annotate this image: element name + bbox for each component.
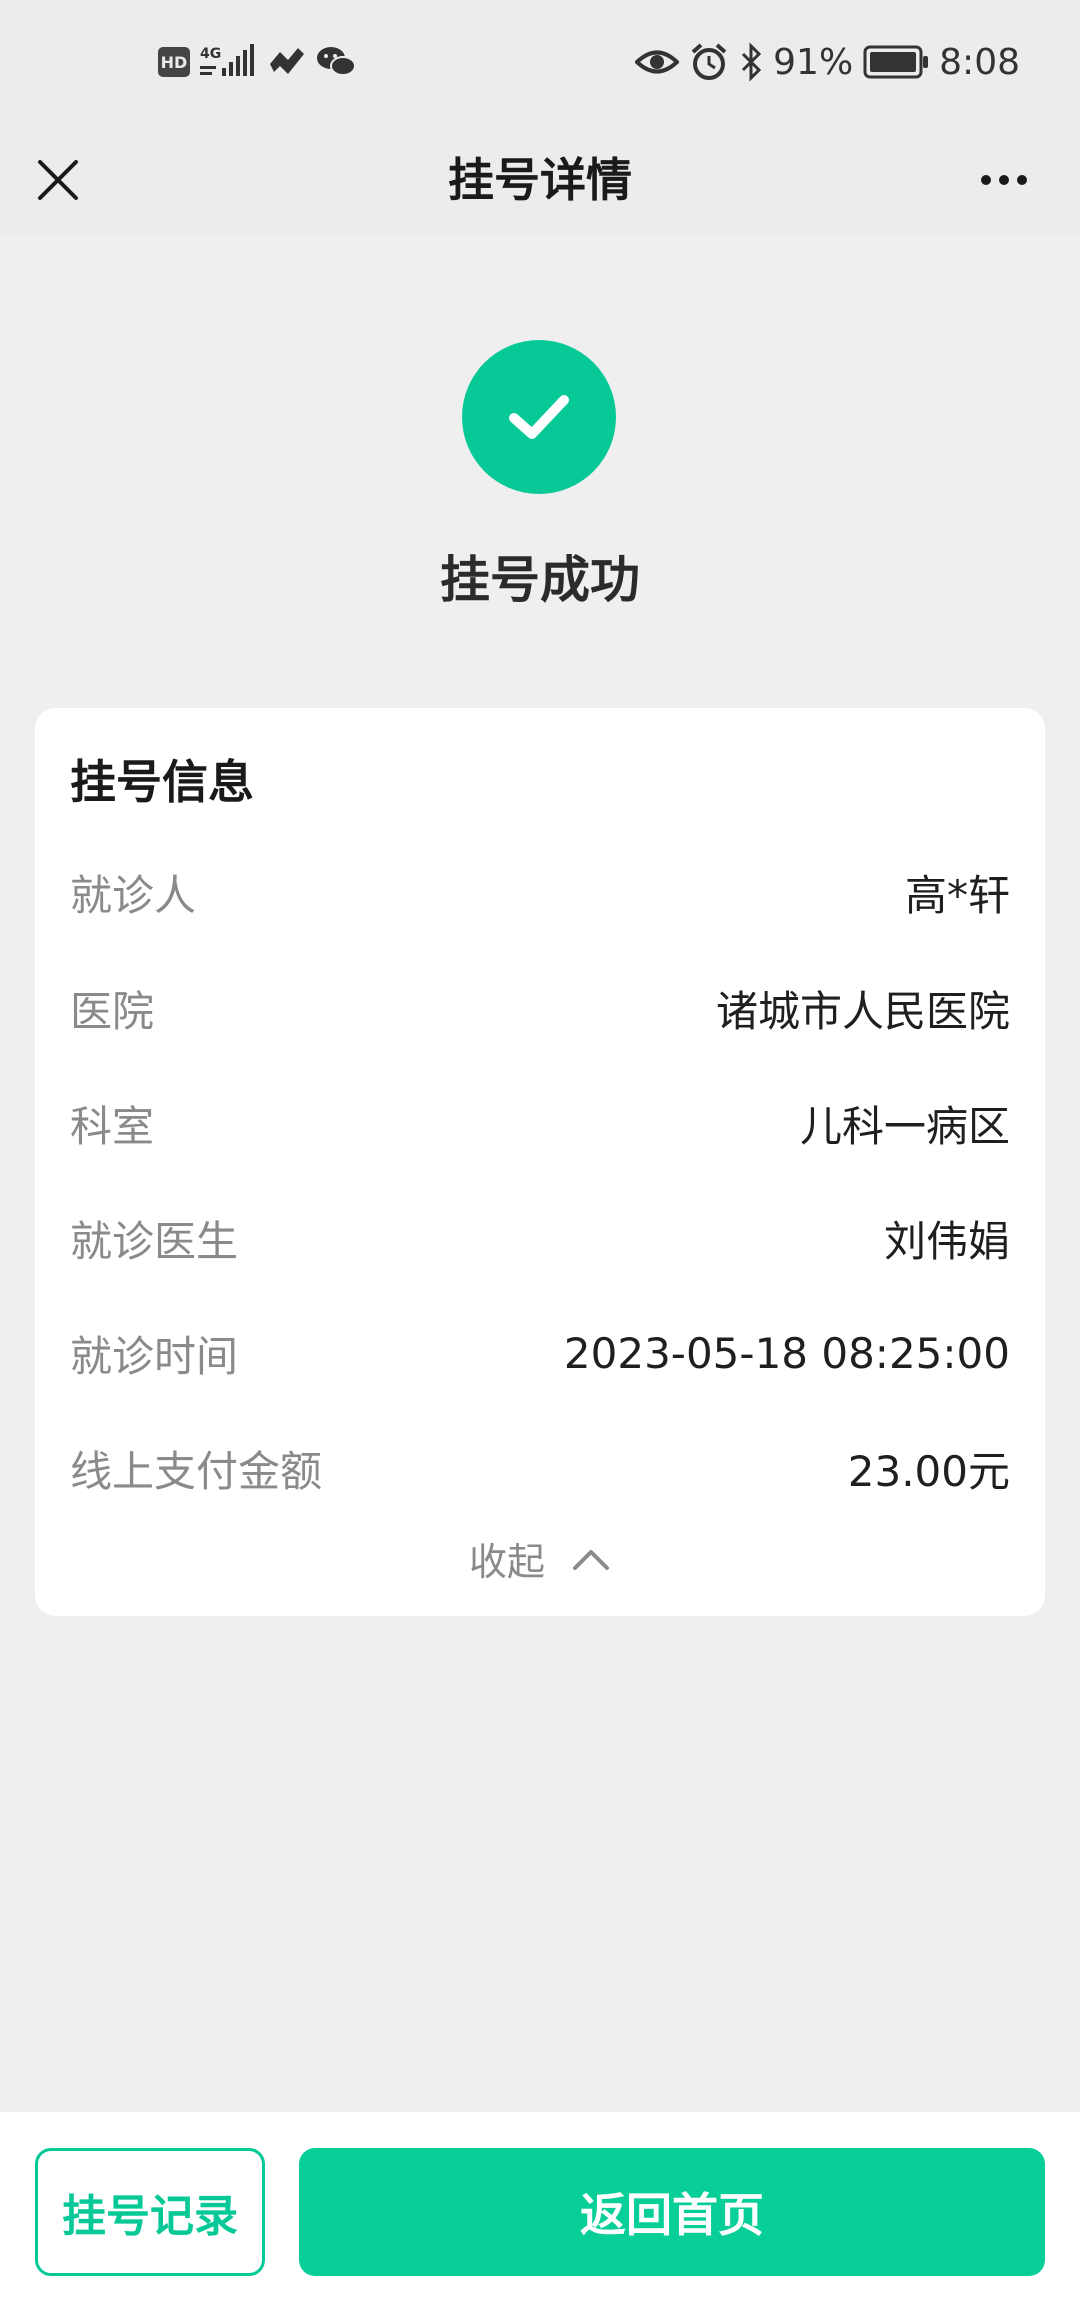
collapse-toggle[interactable]: 收起 <box>35 1528 1045 1588</box>
info-label: 就诊医生 <box>70 1216 239 1266</box>
status-right: 91% 8:08 <box>635 36 1020 88</box>
registration-records-button[interactable]: 挂号记录 <box>35 2148 265 2276</box>
success-title: 挂号成功 <box>440 551 640 609</box>
info-row-patient: 就诊人 高*轩 <box>70 862 1010 922</box>
eye-icon <box>635 47 680 77</box>
bluetooth-icon <box>739 42 763 82</box>
info-row-doctor: 就诊医生 刘伟娟 <box>70 1208 1010 1268</box>
battery-percent: 91% <box>773 41 854 83</box>
info-value: 刘伟娟 <box>883 1216 1010 1266</box>
signal-icon: 4G <box>200 44 256 80</box>
card-title: 挂号信息 <box>70 755 254 809</box>
network-label: 4G <box>200 46 221 62</box>
status-bar: HD 4G 91% 8:08 <box>0 0 1080 126</box>
info-value: 诸城市人民医院 <box>715 986 1010 1036</box>
more-icon[interactable] <box>954 148 1054 212</box>
info-row-hospital: 医院 诸城市人民医院 <box>70 978 1010 1038</box>
info-label: 就诊人 <box>70 870 197 920</box>
info-row-payment: 线上支付金额 23.00元 <box>70 1438 1010 1498</box>
checkmark-icon <box>462 340 616 494</box>
registration-info-card: 挂号信息 就诊人 高*轩 医院 诸城市人民医院 科室 儿科一病区 就诊医生 刘伟… <box>35 708 1045 1616</box>
info-value: 儿科一病区 <box>799 1101 1010 1151</box>
wifi-icon <box>266 44 306 80</box>
bottom-action-bar: 挂号记录 返回首页 <box>0 2112 1080 2310</box>
info-row-department: 科室 儿科一病区 <box>70 1093 1010 1153</box>
nav-bar: 挂号详情 <box>0 126 1080 234</box>
info-value: 高*轩 <box>904 870 1010 920</box>
clock: 8:08 <box>939 41 1020 83</box>
hd-icon: HD <box>158 47 190 77</box>
close-icon[interactable] <box>26 148 90 212</box>
collapse-label: 收起 <box>468 1539 545 1584</box>
status-left: HD 4G <box>158 40 356 84</box>
info-label: 线上支付金额 <box>70 1446 323 1496</box>
page-title: 挂号详情 <box>448 153 632 207</box>
chevron-up-icon <box>571 1544 611 1572</box>
info-label: 医院 <box>70 986 155 1036</box>
battery-icon <box>863 45 929 79</box>
info-value: 2023-05-18 08:25:00 <box>563 1328 1010 1378</box>
alarm-icon <box>689 42 729 82</box>
info-row-visit-time: 就诊时间 2023-05-18 08:25:00 <box>70 1323 1010 1383</box>
wechat-icon <box>316 44 356 80</box>
info-value: 23.00元 <box>847 1446 1010 1496</box>
info-label: 科室 <box>70 1101 155 1151</box>
return-home-button[interactable]: 返回首页 <box>299 2148 1045 2276</box>
info-label: 就诊时间 <box>70 1331 239 1381</box>
